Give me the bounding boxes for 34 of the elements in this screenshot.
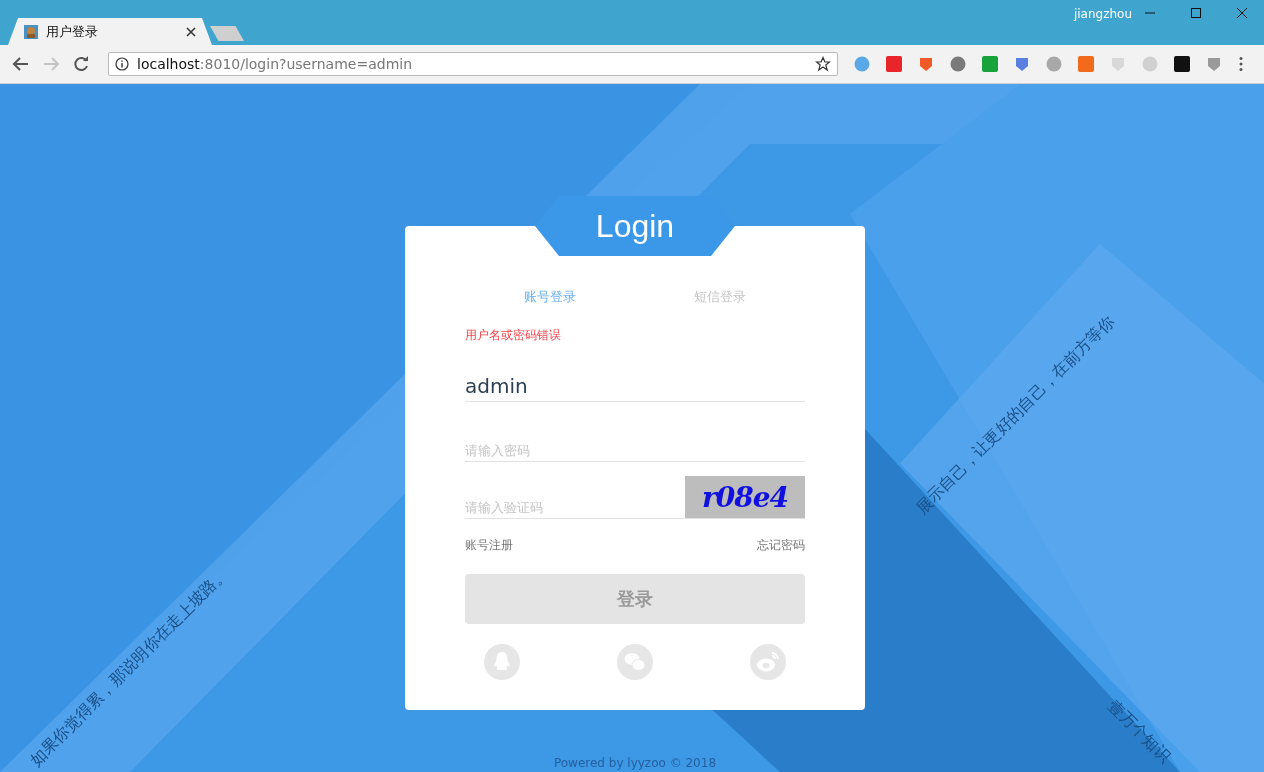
error-message: 用户名或密码错误 <box>465 327 562 344</box>
address-bar[interactable]: localhost:8010/login?username=admin <box>108 52 838 76</box>
extension-icon[interactable] <box>950 56 966 72</box>
footer-text: Powered by lyyzoo © 2018 <box>553 756 717 770</box>
back-icon[interactable] <box>12 55 30 73</box>
favicon-icon <box>24 24 38 39</box>
slogan-text: 展示自己，让更好的自己，在前方等你 <box>912 311 1119 519</box>
extension-icon[interactable] <box>1206 56 1222 72</box>
username-field[interactable]: admin <box>465 362 805 402</box>
close-icon[interactable] <box>1236 7 1248 19</box>
extension-icon[interactable] <box>854 56 870 72</box>
extension-icon[interactable] <box>918 56 934 72</box>
login-heading: Login <box>535 196 735 256</box>
browser-tab[interactable]: 用户登录 <box>8 18 212 45</box>
slogan-text: 如果你觉得累，那说明你在走上坡路。 <box>26 563 233 771</box>
reload-icon[interactable] <box>72 55 90 73</box>
captcha-code[interactable]: r08e4 <box>685 476 805 518</box>
close-icon[interactable] <box>186 26 196 37</box>
text-link[interactable]: 账号注册 <box>465 537 513 554</box>
penguin-icon[interactable] <box>484 644 520 680</box>
maximize-icon[interactable] <box>1190 7 1202 19</box>
forward-icon[interactable] <box>42 55 60 73</box>
info-icon <box>115 57 129 71</box>
chat-bubbles-icon[interactable] <box>617 644 653 680</box>
slogan-text: 壹万个知识 <box>1103 696 1175 768</box>
menu-icon[interactable] <box>1238 56 1244 72</box>
profile-name[interactable]: jiangzhou <box>1073 7 1132 21</box>
eye-wave-icon[interactable] <box>750 644 786 680</box>
bookmark-star-icon[interactable] <box>815 56 831 72</box>
url-text: localhost:8010/login?username=admin <box>137 56 414 72</box>
extension-icon[interactable] <box>1046 56 1062 72</box>
new-tab-button[interactable] <box>210 26 244 41</box>
extension-icon[interactable] <box>1014 56 1030 72</box>
text-link[interactable]: 忘记密码 <box>757 537 805 554</box>
